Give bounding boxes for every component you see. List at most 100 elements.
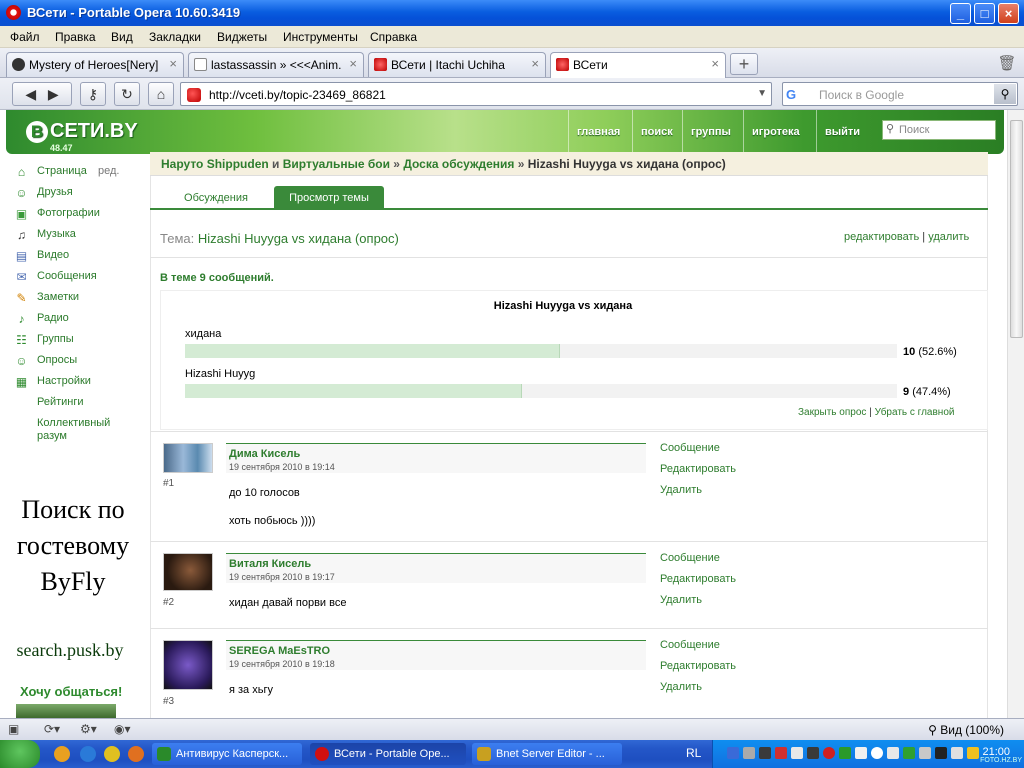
nav-groups[interactable]: группы	[682, 110, 739, 154]
tab-discussions[interactable]: Обсуждения	[168, 186, 264, 210]
post-delete-link[interactable]: Удалить	[660, 484, 702, 496]
avatar[interactable]	[163, 553, 213, 591]
tray-icon[interactable]	[807, 747, 819, 759]
language-indicator[interactable]: RL	[686, 746, 701, 760]
avatar[interactable]	[163, 443, 213, 473]
unite-icon[interactable]: ⚙▾	[80, 722, 97, 736]
home-icon[interactable]: ⌂	[148, 82, 174, 106]
scrollbar-thumb[interactable]	[1010, 120, 1023, 338]
taskbar-kaspersky[interactable]: Антивирус Касперск...	[152, 743, 302, 765]
breadcrumb-virtual-fights[interactable]: Виртуальные бои	[283, 157, 390, 171]
panel-toggle-icon[interactable]: ▣	[8, 722, 19, 736]
menu-help[interactable]: Справка	[370, 30, 417, 44]
tray-icon[interactable]	[887, 747, 899, 759]
tab-mystery-of-heroes[interactable]: Mystery of Heroes[Nery] ×	[6, 52, 184, 77]
tab-view-topic[interactable]: Просмотр темы	[274, 186, 384, 210]
delete-topic-link[interactable]: удалить	[928, 231, 969, 243]
site-search-input[interactable]: ⚲ Поиск	[882, 120, 996, 140]
post-message-link[interactable]: Сообщение	[660, 442, 720, 454]
menu-edit[interactable]: Правка	[55, 30, 96, 44]
tray-icon[interactable]	[951, 747, 963, 759]
post-author[interactable]: Дима Кисель	[229, 448, 300, 460]
new-tab-button[interactable]: +	[730, 53, 758, 75]
tray-icon[interactable]	[967, 747, 979, 759]
post-delete-link[interactable]: Удалить	[660, 681, 702, 693]
post-author[interactable]: SEREGA MaEsTRO	[229, 645, 330, 657]
menu-widgets[interactable]: Виджеты	[217, 30, 267, 44]
tab-close-icon[interactable]: ×	[349, 56, 357, 71]
nav-logout[interactable]: выйти	[816, 110, 868, 154]
helmet-icon	[12, 58, 25, 71]
post-edit-link[interactable]: Редактировать	[660, 660, 736, 672]
tray-icon[interactable]	[775, 747, 787, 759]
taskbar-bnet[interactable]: Bnet Server Editor - ...	[472, 743, 622, 765]
tab-close-icon[interactable]: ×	[711, 56, 719, 71]
post-message-link[interactable]: Сообщение	[660, 639, 720, 651]
tray-icon[interactable]	[727, 747, 739, 759]
post-message-link[interactable]: Сообщение	[660, 552, 720, 564]
edit-topic-link[interactable]: редактировать	[844, 231, 919, 243]
back-arrow-icon[interactable]: ◀	[25, 86, 36, 102]
post-delete-link[interactable]: Удалить	[660, 594, 702, 606]
nav-search[interactable]: поиск	[632, 110, 681, 154]
close-poll-link[interactable]: Закрыть опрос	[798, 407, 866, 418]
tab-vseti-itachi[interactable]: ВСети | Itachi Uchiha ×	[368, 52, 546, 77]
taskbar-opera[interactable]: ВСети - Portable Ope...	[310, 743, 466, 765]
tray-icon[interactable]	[791, 747, 803, 759]
tab-close-icon[interactable]: ×	[169, 56, 177, 71]
menu-bookmarks[interactable]: Закладки	[149, 30, 201, 44]
avatar[interactable]	[163, 640, 213, 690]
nav-games[interactable]: игротека	[743, 110, 808, 154]
tray-icon[interactable]	[839, 747, 851, 759]
ie-icon[interactable]	[80, 746, 96, 762]
menu-file[interactable]: Файл	[10, 30, 40, 44]
reload-icon[interactable]: ↻	[114, 82, 140, 106]
tray-icon[interactable]	[855, 747, 867, 759]
address-field[interactable]: http://vceti.by/topic-23469_86821 ▼	[180, 82, 772, 106]
tab-lastassassin[interactable]: lastassassin » <<<Anim... ×	[188, 52, 364, 77]
tray-icon[interactable]	[935, 747, 947, 759]
trash-icon[interactable]: 🗑	[996, 53, 1018, 75]
post-edit-link[interactable]: Редактировать	[660, 463, 736, 475]
quicklaunch-icon[interactable]	[128, 746, 144, 762]
tray-icon[interactable]	[759, 747, 771, 759]
turbo-icon[interactable]: ◉▾	[114, 722, 131, 736]
post-edit-link[interactable]: Редактировать	[660, 573, 736, 585]
site-logo[interactable]: В СЕТИ.BY	[26, 120, 138, 143]
minimize-button[interactable]: _	[950, 3, 971, 24]
tray-icon[interactable]	[903, 747, 915, 759]
maximize-button[interactable]: □	[974, 3, 995, 24]
zoom-level[interactable]: ⚲ Вид (100%)	[928, 723, 1004, 737]
winamp-icon[interactable]	[54, 746, 70, 762]
ad-chat-image[interactable]	[16, 704, 116, 718]
chevron-down-icon[interactable]: ▼	[757, 88, 767, 99]
search-icon[interactable]: ⚲	[994, 84, 1016, 104]
tray-icon[interactable]	[871, 747, 883, 759]
tab-vseti-active[interactable]: ВСети ×	[550, 52, 726, 78]
forward-arrow-icon[interactable]: ▶	[48, 86, 59, 102]
menu-tools[interactable]: Инструменты	[283, 30, 358, 44]
sidebar-edit-link[interactable]: ред.	[98, 165, 119, 177]
ad-chat-title[interactable]: Хочу общаться!	[20, 684, 122, 699]
tab-close-icon[interactable]: ×	[531, 56, 539, 71]
start-button[interactable]	[0, 740, 40, 768]
nav-home[interactable]: главная	[568, 110, 628, 154]
google-search-field[interactable]: G Поиск в Google ⚲	[782, 82, 1018, 106]
ad-banner-text[interactable]: Поиск по гостевому ByFly	[0, 492, 146, 600]
tray-icon[interactable]	[919, 747, 931, 759]
remove-from-main-link[interactable]: Убрать с главной	[875, 407, 955, 418]
menu-view[interactable]: Вид	[111, 30, 133, 44]
post-author[interactable]: Виталя Кисель	[229, 558, 311, 570]
breadcrumb-board[interactable]: Доска обсуждения	[403, 157, 514, 171]
page-scrollbar[interactable]	[1007, 110, 1024, 718]
back-forward-buttons[interactable]: ◀ ▶	[12, 82, 72, 106]
breadcrumb-naruto[interactable]: Наруто Shippuden	[161, 157, 269, 171]
folder-icon[interactable]	[104, 746, 120, 762]
sync-icon[interactable]: ⟳▾	[44, 722, 60, 736]
ad-url[interactable]: search.pusk.by	[0, 640, 140, 661]
google-icon[interactable]: G	[786, 87, 796, 102]
tray-icon[interactable]	[823, 747, 835, 759]
close-button[interactable]: ×	[998, 3, 1019, 24]
key-icon[interactable]: ⚷	[80, 82, 106, 106]
tray-icon[interactable]	[743, 747, 755, 759]
